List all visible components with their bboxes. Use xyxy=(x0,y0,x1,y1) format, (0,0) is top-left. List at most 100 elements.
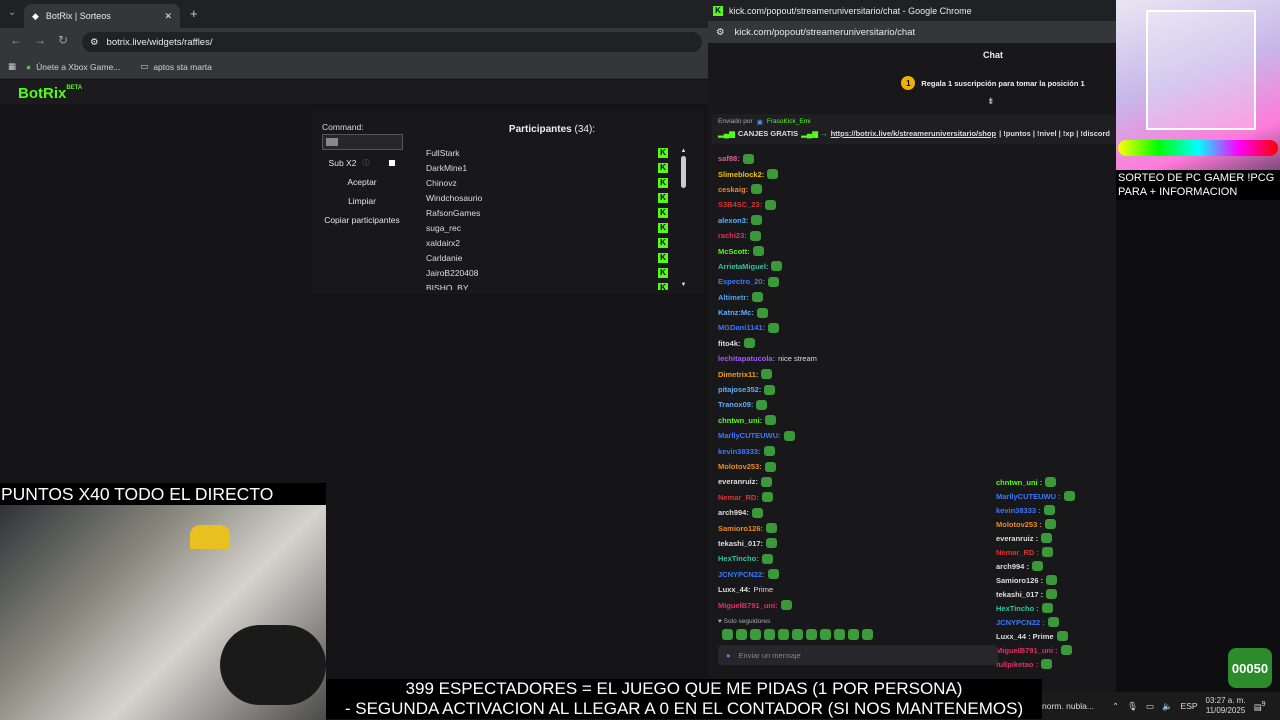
emote-icon[interactable] xyxy=(778,629,789,640)
chat-message[interactable]: Katnz:Mc: xyxy=(718,305,988,320)
chat-message[interactable]: Molotov253: xyxy=(718,459,988,474)
emote-icon[interactable] xyxy=(806,629,817,640)
chat-message[interactable]: Samioro126: xyxy=(718,520,988,535)
chat-username[interactable]: rachi23: xyxy=(718,231,747,240)
chat-username[interactable]: everanruiz: xyxy=(718,477,758,486)
chat-message[interactable]: ceskaig: xyxy=(718,182,988,197)
chat-message[interactable]: Espectro_20: xyxy=(718,274,988,289)
chat-message[interactable]: everanruiz: xyxy=(718,474,988,489)
sub-checkbox[interactable] xyxy=(389,160,396,166)
participant-row[interactable]: FullStark K xyxy=(416,145,668,160)
apps-grid-icon[interactable]: ▦ xyxy=(8,61,16,72)
chat-message[interactable]: Altimetr: xyxy=(718,290,988,305)
back-icon[interactable]: ← xyxy=(10,33,22,47)
chat-message[interactable]: MGDani1141: xyxy=(718,320,988,335)
participant-row[interactable]: BISHO_BY K xyxy=(416,280,668,290)
chat-username[interactable]: MiguelB791_uni: xyxy=(718,601,778,610)
emote-icon[interactable] xyxy=(792,629,803,640)
chat-message[interactable]: rachi23: xyxy=(718,228,988,243)
participant-row[interactable]: DarkMine1 K xyxy=(416,160,668,175)
weather-widget[interactable]: norm. nubla... xyxy=(1042,701,1094,711)
chat-username[interactable]: chntwn_uni: xyxy=(718,416,762,425)
chat-message[interactable]: Luxx_44: Prime xyxy=(718,582,988,597)
chat-message[interactable]: Dimetrix11: xyxy=(718,366,988,381)
chat-message[interactable]: saf88: xyxy=(718,151,988,166)
chat-message[interactable]: MiguelB791_uni: xyxy=(718,597,988,612)
chat-username[interactable]: saf88: xyxy=(718,154,740,163)
sub-x2-toggle[interactable]: Sub X2 ⓘ xyxy=(322,155,402,171)
chat-message[interactable]: lechitapatucola: nice stream xyxy=(718,351,988,366)
emote-quickbar[interactable] xyxy=(722,629,873,640)
pinned-link[interactable]: https://botrix.live/k/streameruniversita… xyxy=(831,129,996,138)
close-icon[interactable]: ✕ xyxy=(164,11,172,22)
chat-username[interactable]: Molotov253: xyxy=(718,462,762,471)
reload-icon[interactable]: ↻ xyxy=(58,33,68,47)
participant-row[interactable]: Chinovz K xyxy=(416,175,668,190)
expand-icon[interactable]: ⇟ xyxy=(987,96,995,107)
participant-row[interactable]: RafsonGames K xyxy=(416,205,668,220)
emote-icon[interactable] xyxy=(862,629,873,640)
chevron-up-icon[interactable]: ⌃ xyxy=(1112,701,1119,712)
chat-message[interactable]: fito4k: xyxy=(718,336,988,351)
new-tab-icon[interactable]: + xyxy=(190,6,198,21)
chat-message[interactable]: Slimeblock2: xyxy=(718,166,988,181)
chat-username[interactable]: MarllyCUTEUWU: xyxy=(718,431,781,440)
chat-message[interactable]: HexTincho: xyxy=(718,551,988,566)
emote-icon[interactable] xyxy=(722,629,733,640)
chat-username[interactable]: MGDani1141: xyxy=(718,323,765,332)
emote-icon[interactable] xyxy=(736,629,747,640)
chat-username[interactable]: Slimeblock2: xyxy=(718,170,764,179)
chat-username[interactable]: Nemar_RD: xyxy=(718,493,759,502)
mic-icon[interactable]: ● xyxy=(726,651,731,660)
chat-message[interactable]: pitajose352: xyxy=(718,382,988,397)
participants-scrollbar[interactable]: ▲ ▼ xyxy=(680,148,687,288)
chat-message[interactable]: kevin38333: xyxy=(718,443,988,458)
chat-username[interactable]: HexTincho: xyxy=(718,554,759,563)
chat-messages[interactable]: saf88: Slimeblock2: ceskaig: S3B4SC_23: alex… xyxy=(718,151,988,613)
scroll-thumb[interactable] xyxy=(681,156,686,188)
chat-message[interactable]: Nemar_RD: xyxy=(718,490,988,505)
scroll-up-icon[interactable]: ▲ xyxy=(680,148,687,154)
clear-button[interactable]: Limpiar xyxy=(322,193,402,209)
emote-icon[interactable] xyxy=(834,629,845,640)
participant-row[interactable]: Carldanie K xyxy=(416,250,668,265)
chat-input[interactable]: ● Enviar un mensaje xyxy=(718,645,998,665)
emote-icon[interactable] xyxy=(848,629,859,640)
forward-icon[interactable]: → xyxy=(34,33,46,47)
chat-username[interactable]: Katnz:Mc: xyxy=(718,308,754,317)
site-info-icon[interactable]: ⚙ xyxy=(90,37,99,48)
chat-username[interactable]: pitajose352: xyxy=(718,385,761,394)
site-info-icon[interactable]: ⚙ xyxy=(716,27,725,38)
chat-username[interactable]: fito4k: xyxy=(718,339,741,348)
bookmark-folder[interactable]: ▭ aptos sta marta xyxy=(140,61,212,72)
chat-message[interactable]: ArrietaMiguel: xyxy=(718,259,988,274)
clock[interactable]: 03:27 a. m. 11/09/2025 xyxy=(1206,696,1246,716)
emote-icon[interactable] xyxy=(820,629,831,640)
chat-message[interactable]: arch994: xyxy=(718,505,988,520)
chat-message[interactable]: JCNYPCN22: xyxy=(718,567,988,582)
pinned-sender[interactable]: FrasoKick_Emi xyxy=(767,118,811,126)
chat-message[interactable]: Tranox09: xyxy=(718,397,988,412)
chat-message[interactable]: McScott: xyxy=(718,243,988,258)
chat-message[interactable]: S3B4SC_23: xyxy=(718,197,988,212)
chat-username[interactable]: S3B4SC_23: xyxy=(718,200,762,209)
command-input[interactable] xyxy=(322,134,403,150)
chat-username[interactable]: Dimetrix11: xyxy=(718,370,758,379)
chat-message[interactable]: MarllyCUTEUWU: xyxy=(718,428,988,443)
participant-row[interactable]: Windchosaurio K xyxy=(416,190,668,205)
emote-icon[interactable] xyxy=(764,629,775,640)
volume-icon[interactable]: 🔈 xyxy=(1162,701,1173,712)
chat-username[interactable]: Samioro126: xyxy=(718,524,763,533)
tab-search-icon[interactable]: ⌄ xyxy=(8,7,16,18)
emote-icon[interactable] xyxy=(750,629,761,640)
network-icon[interactable]: ▭ xyxy=(1146,701,1154,712)
botrix-logo[interactable]: BotRixBETA xyxy=(18,85,82,102)
chat-username[interactable]: lechitapatucola: xyxy=(718,354,775,363)
chat-username[interactable]: Luxx_44: xyxy=(718,585,751,594)
participant-row[interactable]: JairoB220408 K xyxy=(416,265,668,280)
chat-username[interactable]: ceskaig: xyxy=(718,185,748,194)
tab-botrix[interactable]: ◆ BotRix | Sorteos ✕ xyxy=(24,4,180,28)
bookmark-xbox[interactable]: ● Únete a Xbox Game... xyxy=(26,62,120,72)
address-bar[interactable]: ⚙ botrix.live/widgets/raffles/ xyxy=(82,32,702,52)
copy-participants-button[interactable]: Copiar participantes xyxy=(322,212,402,228)
